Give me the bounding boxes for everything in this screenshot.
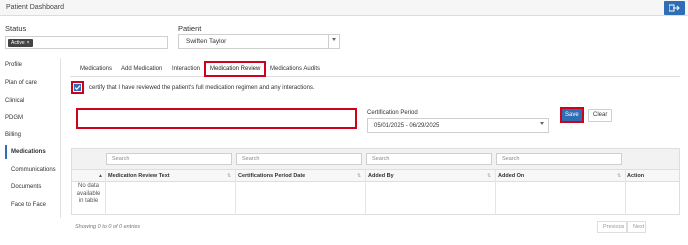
search-input-added-on[interactable]: Search bbox=[496, 153, 622, 165]
tab-medications[interactable]: Medications bbox=[80, 66, 112, 72]
sidebar-item-clinical[interactable]: Clinical bbox=[5, 98, 24, 104]
search-placeholder: Search bbox=[502, 156, 520, 162]
column-medication-review-text[interactable]: Medication Review Text bbox=[108, 173, 170, 179]
empty-line: No data bbox=[77, 183, 99, 189]
clear-button-label: Clear bbox=[593, 112, 608, 118]
app-title: Patient Dashboard bbox=[6, 4, 64, 11]
search-placeholder: Search bbox=[372, 156, 390, 162]
checkmark-icon bbox=[74, 85, 81, 91]
tab-medication-review[interactable]: Medication Review bbox=[204, 61, 266, 77]
next-label: Next bbox=[633, 224, 645, 230]
tab-medications-audits[interactable]: Medications Audits bbox=[270, 66, 320, 72]
tab-add-medication[interactable]: Add Medication bbox=[121, 66, 162, 72]
sort-asc-icon[interactable]: ▲ bbox=[98, 173, 103, 179]
logout-icon bbox=[669, 4, 680, 12]
column-certifications-period-date[interactable]: Certifications Period Date bbox=[238, 173, 305, 179]
medication-review-table: Search Search Search Search ▲ Medication… bbox=[71, 148, 680, 215]
column-added-on[interactable]: Added On bbox=[498, 173, 524, 179]
search-input-added-by[interactable]: Search bbox=[366, 153, 492, 165]
table-empty-message: No data available in table bbox=[72, 183, 105, 214]
patient-select[interactable]: Swiften Taylor bbox=[178, 34, 340, 49]
search-input-period-date[interactable]: Search bbox=[236, 153, 362, 165]
medication-tabs: Medications Add Medication Interaction M… bbox=[70, 62, 680, 77]
sidebar-divider bbox=[60, 58, 61, 218]
column-action: Action bbox=[627, 173, 645, 179]
sidebar-item-documents[interactable]: Documents bbox=[11, 184, 41, 190]
certify-text: certify that I have reviewed the patient… bbox=[89, 85, 315, 91]
column-divider bbox=[105, 170, 106, 215]
title-bar: Patient Dashboard bbox=[0, 0, 688, 16]
certification-period-value: 05/01/2025 - 06/29/2025 bbox=[374, 123, 440, 129]
patient-value: Swiften Taylor bbox=[186, 38, 227, 45]
status-chip-label: Active bbox=[11, 40, 25, 46]
sort-icon[interactable]: ⇅ bbox=[357, 173, 361, 179]
sidebar-item-plan-of-care[interactable]: Plan of care bbox=[5, 80, 37, 86]
chevron-down-icon bbox=[540, 122, 544, 125]
sidebar-item-billing[interactable]: Billing bbox=[5, 132, 21, 138]
column-divider bbox=[365, 170, 366, 215]
save-button-label: Save bbox=[565, 112, 579, 118]
sidebar-item-pdgm[interactable]: PDGM bbox=[5, 115, 23, 121]
empty-line: available bbox=[76, 190, 101, 197]
sidebar-item-communications[interactable]: Communications bbox=[11, 167, 56, 173]
logout-button[interactable] bbox=[664, 1, 685, 15]
sort-icon[interactable]: ⇅ bbox=[487, 173, 491, 179]
clear-button[interactable]: Clear bbox=[588, 109, 612, 122]
table-header-row: ▲ Medication Review Text ⇅ Certification… bbox=[72, 170, 679, 182]
column-divider bbox=[495, 170, 496, 215]
certification-period-label: Certification Period bbox=[367, 110, 418, 116]
certification-period-select[interactable]: 05/01/2025 - 06/29/2025 bbox=[367, 118, 549, 133]
chevron-down-icon bbox=[332, 38, 336, 41]
search-placeholder: Search bbox=[112, 156, 130, 162]
medication-review-input[interactable] bbox=[76, 108, 357, 129]
certify-checkbox[interactable] bbox=[71, 81, 84, 94]
next-page-button[interactable]: Next bbox=[627, 221, 646, 233]
empty-line: in table bbox=[78, 198, 99, 204]
patient-label: Patient bbox=[178, 24, 202, 33]
sidebar-item-medications[interactable]: Medications bbox=[11, 149, 46, 155]
sidebar-item-profile[interactable]: Profile bbox=[5, 62, 22, 68]
period-dropdown-toggle[interactable] bbox=[537, 119, 548, 132]
column-added-by[interactable]: Added By bbox=[368, 173, 394, 179]
sort-icon[interactable]: ⇅ bbox=[617, 173, 621, 179]
sidebar-item-face-to-face[interactable]: Face to Face bbox=[11, 202, 46, 208]
search-input-review-text[interactable]: Search bbox=[106, 153, 232, 165]
sort-icon[interactable]: ⇅ bbox=[227, 173, 231, 179]
previous-label: Previous bbox=[603, 224, 625, 230]
status-label: Status bbox=[5, 24, 27, 33]
patient-dropdown-toggle[interactable] bbox=[328, 35, 339, 48]
tab-medication-review-label: Medication Review bbox=[210, 66, 261, 72]
save-button[interactable]: Save bbox=[560, 107, 584, 123]
status-chip: Active × bbox=[8, 39, 33, 47]
search-placeholder: Search bbox=[242, 156, 260, 162]
status-select[interactable]: Active × bbox=[5, 36, 168, 49]
column-divider bbox=[235, 170, 236, 215]
chip-remove-icon[interactable]: × bbox=[27, 40, 30, 46]
previous-page-button[interactable]: Previous bbox=[597, 221, 627, 233]
table-search-row: Search Search Search Search bbox=[72, 149, 679, 170]
column-divider bbox=[625, 170, 626, 215]
tab-interaction[interactable]: Interaction bbox=[172, 66, 200, 72]
table-info: Showing 0 to 0 of 0 entries bbox=[75, 224, 141, 230]
